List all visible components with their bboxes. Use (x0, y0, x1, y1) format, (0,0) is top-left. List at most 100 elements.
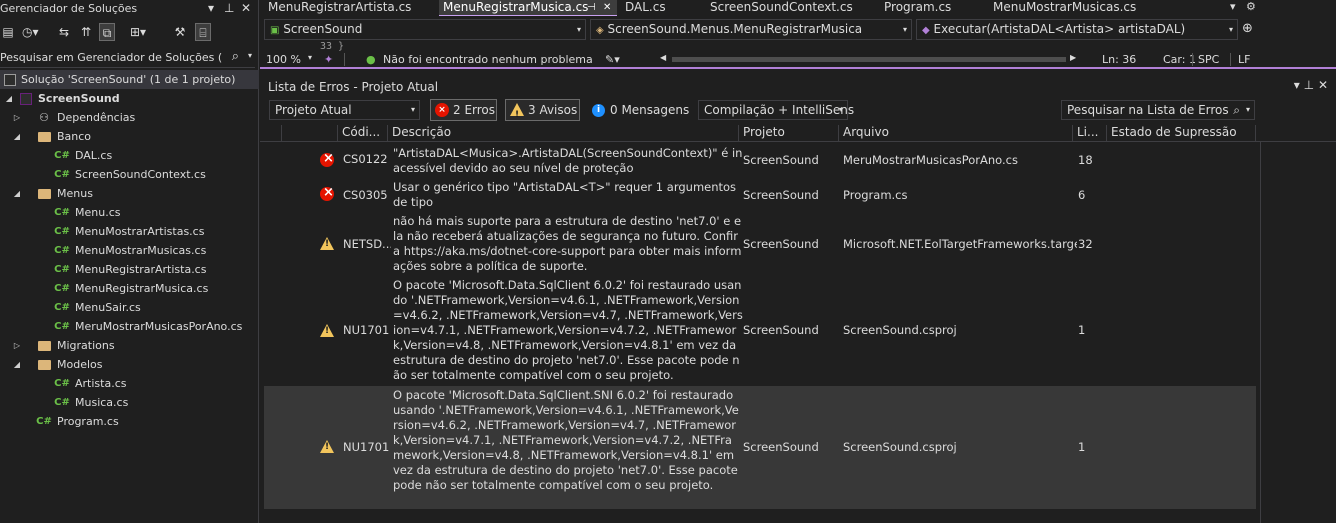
tab-dal[interactable]: DAL.cs (625, 0, 695, 16)
properties-icon[interactable]: ⚒ (172, 23, 188, 41)
warnings-filter-button[interactable]: ! 3 Avisos (505, 99, 580, 121)
column-header-file[interactable]: Arquivo (839, 125, 1073, 141)
warning-row[interactable]: NU1701 O pacote 'Microsoft.Data.SqlClien… (264, 277, 1256, 385)
pin-icon[interactable]: ⊣ (587, 0, 596, 15)
tree-item-file[interactable]: C# Artista.cs (0, 374, 259, 393)
column-header-line[interactable]: Li... (1073, 125, 1107, 141)
tree-item-file[interactable]: C# MenuRegistrarMusica.cs (0, 279, 259, 298)
member-dropdown[interactable]: ◆ Executar(ArtistaDAL<Artista> artistaDA… (916, 19, 1238, 40)
horizontal-scrollbar[interactable] (672, 57, 1066, 62)
scroll-right-icon[interactable]: ▶ (1070, 53, 1076, 62)
tree-item-folder-menus[interactable]: ◢ Menus (0, 184, 259, 203)
tree-item-project[interactable]: ◢ ScreenSound (0, 89, 259, 108)
tree-item-file[interactable]: C# MenuMostrarMusicas.cs (0, 241, 259, 260)
close-icon[interactable]: ✕ (241, 1, 251, 15)
warning-row[interactable]: NETSD... não há mais suporte para a estr… (264, 213, 1256, 275)
tree-item-folder-modelos[interactable]: ◢ Modelos (0, 355, 259, 374)
tree-item-file[interactable]: C# DAL.cs (0, 146, 259, 165)
navigation-bar: ▣ ScreenSound ▾ ◈ ScreenSound.Menus.Menu… (260, 19, 1336, 41)
warning-row-selected[interactable]: NU1701 O pacote 'Microsoft.Data.SqlClien… (264, 386, 1256, 509)
tree-item-solution[interactable]: Solução 'ScreenSound' (1 de 1 projeto) (0, 70, 259, 89)
column-header-severity[interactable] (282, 125, 338, 141)
tree-item-dependencies[interactable]: ▷ ⚇ Dependências (0, 108, 259, 127)
warnings-filter-label: 3 Avisos (528, 103, 578, 117)
error-search-input[interactable]: Pesquisar na Lista de Erros (1067, 103, 1229, 117)
scope-dropdown[interactable]: Projeto Atual ▾ (269, 100, 420, 120)
search-icon[interactable]: ⌕ (1233, 101, 1240, 119)
tree-item-label: Musica.cs (75, 396, 129, 409)
collapsed-arrow-icon[interactable]: ▷ (12, 108, 22, 127)
expanded-arrow-icon[interactable]: ◢ (4, 89, 14, 108)
collapsed-arrow-icon[interactable]: ▷ (12, 336, 22, 355)
split-window-icon[interactable]: ⊕ (1242, 21, 1253, 36)
issues-status[interactable]: Não foi encontrado nenhum problema (383, 53, 593, 66)
tree-item-file[interactable]: C# MenuRegistrarArtista.cs (0, 260, 259, 279)
project-dropdown[interactable]: ▣ ScreenSound ▾ (264, 19, 586, 40)
tab-label: MenuRegistrarMusica.cs (443, 0, 589, 14)
pin-icon[interactable]: ⊥ (224, 1, 234, 15)
error-project: ScreenSound (743, 188, 819, 202)
tab-menu-registrar-musica[interactable]: MenuRegistrarMusica.cs ⊣ ✕ (439, 0, 617, 16)
error-icon (320, 151, 334, 167)
show-all-files-icon[interactable]: ⧉ (99, 23, 115, 41)
line-indicator[interactable]: Ln: 36 (1102, 53, 1136, 66)
tree-item-file[interactable]: C# MenuMostrarArtistas.cs (0, 222, 259, 241)
vertical-scrollbar-area[interactable] (1260, 142, 1336, 523)
whitespace-indicator[interactable]: SPC (1198, 53, 1219, 66)
warning-project: ScreenSound (743, 237, 819, 251)
expanded-arrow-icon[interactable]: ◢ (12, 127, 22, 146)
sync-icon[interactable]: ▤ (0, 23, 16, 41)
column-header-code[interactable]: Códi... (338, 125, 388, 141)
build-source-dropdown[interactable]: Compilação + IntelliSens ▾ (698, 100, 854, 120)
expanded-arrow-icon[interactable]: ◢ (12, 355, 22, 374)
solution-search-input[interactable]: Pesquisar em Gerenciador de Soluções (Ct… (0, 51, 222, 64)
filter-icon[interactable]: ⊞▾ (130, 23, 146, 41)
chevron-down-icon[interactable]: ▾ (248, 51, 252, 60)
gear-icon[interactable]: ⚙ (1246, 0, 1256, 13)
tree-item-file[interactable]: C# ScreenSoundContext.cs (0, 165, 259, 184)
chevron-down-icon[interactable]: ▾ (1246, 101, 1250, 119)
tree-item-file[interactable]: C# Musica.cs (0, 393, 259, 412)
copilot-icon[interactable]: ✦ (324, 53, 333, 66)
expanded-arrow-icon[interactable]: ◢ (12, 184, 22, 203)
tab-program[interactable]: Program.cs (884, 0, 974, 16)
column-header-project[interactable]: Projeto (739, 125, 839, 141)
search-icon[interactable]: ⌕ (232, 49, 239, 64)
error-row[interactable]: CS0122 "ArtistaDAL<Musica>.ArtistaDAL(Sc… (264, 144, 1256, 176)
history-icon[interactable]: ◷▾ (22, 23, 39, 41)
tab-menu-mostrar-musicas[interactable]: MenuMostrarMusicas.cs (993, 0, 1153, 16)
pin-icon[interactable]: ⊥ (1304, 78, 1314, 92)
char-indicator[interactable]: Car: 1 (1163, 53, 1196, 66)
tree-item-folder-migrations[interactable]: ▷ Migrations (0, 336, 259, 355)
dropdown-arrow-icon[interactable]: ▾ (1294, 78, 1300, 92)
column-header-description[interactable]: Descrição (388, 125, 739, 141)
tab-screensound-context[interactable]: ScreenSoundContext.cs (710, 0, 870, 16)
scroll-left-icon[interactable]: ◀ (660, 53, 666, 62)
dropdown-arrow-icon[interactable]: ▾ (208, 1, 214, 15)
close-icon[interactable]: ✕ (1318, 78, 1328, 92)
tree-item-folder-banco[interactable]: ◢ Banco (0, 127, 259, 146)
type-dropdown[interactable]: ◈ ScreenSound.Menus.MenuRegistrarMusica … (590, 19, 912, 40)
tree-item-file[interactable]: C# MeruMostrarMusicasPorAno.cs (0, 317, 259, 336)
column-header-blank[interactable] (264, 125, 282, 141)
zoom-level[interactable]: 100 % (266, 53, 301, 66)
error-row[interactable]: CS0305 Usar o genérico tipo "ArtistaDAL<… (264, 178, 1256, 210)
close-icon[interactable]: ✕ (603, 0, 611, 15)
tree-item-file[interactable]: C# Program.cs (0, 412, 259, 431)
tab-overflow-icon[interactable]: ▾ (1230, 0, 1236, 13)
solution-search[interactable]: Pesquisar em Gerenciador de Soluções (Ct… (0, 48, 255, 68)
back-forward-icon[interactable]: ⇆ (56, 23, 72, 41)
column-header-suppression[interactable]: Estado de Supressão (1107, 125, 1256, 141)
messages-filter-button[interactable]: i 0 Mensagens (587, 99, 689, 121)
collapse-all-icon[interactable]: ⇈ (78, 23, 94, 41)
errors-filter-button[interactable]: × 2 Erros (430, 99, 497, 121)
line-ending-indicator[interactable]: LF (1238, 53, 1250, 66)
code-cleanup-icon[interactable]: ✎▾ (605, 53, 620, 66)
tab-menu-registrar-artista[interactable]: MenuRegistrarArtista.cs (268, 0, 434, 16)
tree-item-file[interactable]: C# Menu.cs (0, 203, 259, 222)
warning-file: Microsoft.NET.EolTargetFrameworks.target… (843, 237, 1077, 251)
error-search-box[interactable]: Pesquisar na Lista de Erros ⌕ ▾ (1061, 100, 1255, 120)
preview-icon[interactable]: ⌸ (195, 23, 211, 41)
chevron-down-icon[interactable]: ▾ (308, 53, 312, 62)
tree-item-file[interactable]: C# MenuSair.cs (0, 298, 259, 317)
